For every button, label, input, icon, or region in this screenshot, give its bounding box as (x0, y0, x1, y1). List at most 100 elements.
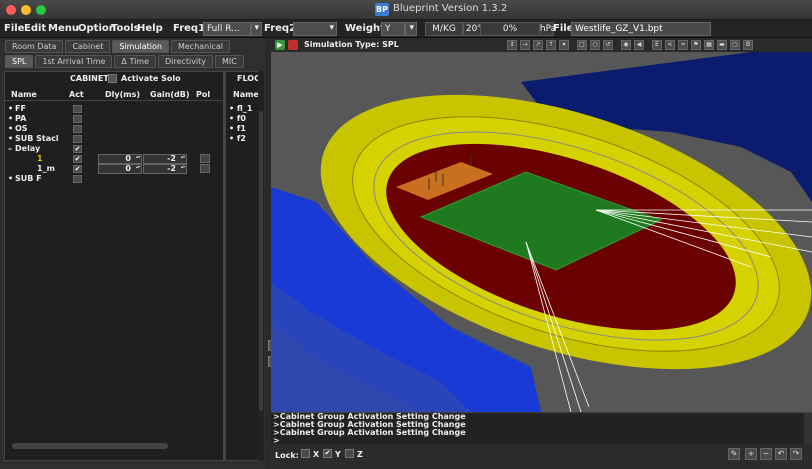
tab-mic[interactable]: MIC (215, 55, 244, 68)
act-checkbox[interactable]: ✔ (73, 165, 82, 173)
freq2-select[interactable]: ▾ (293, 22, 337, 36)
cabinet-row-sub-f[interactable]: • SUB F (5, 174, 223, 184)
tab-delta-time[interactable]: Δ Time (114, 55, 157, 68)
floor-item[interactable]: • f0 (229, 114, 246, 123)
cabinet-row-delay-1m[interactable]: 1_m ✔ 0 -2 (5, 164, 223, 174)
cabinet-row-ff[interactable]: • FF (5, 104, 223, 114)
pressure-display[interactable]: 1013hPa (516, 22, 556, 36)
humidity-display[interactable]: 50% (491, 22, 516, 36)
freq1-select[interactable]: Full R... (203, 22, 251, 36)
pane-divider[interactable] (223, 72, 226, 460)
down-icon[interactable]: ▾ (559, 40, 569, 50)
lock-y-checkbox[interactable]: ✔ (323, 449, 332, 458)
loop-icon[interactable]: ○ (590, 40, 600, 50)
square-icon[interactable]: ▢ (730, 40, 740, 50)
tab-spl[interactable]: SPL (5, 55, 34, 68)
floor-item[interactable]: • fl_1 (229, 104, 252, 113)
reset-icon[interactable]: ↺ (603, 40, 613, 50)
undo-icon[interactable]: ↶ (775, 448, 787, 460)
grid-icon[interactable]: ▦ (704, 40, 714, 50)
polarity-toggle[interactable] (200, 164, 210, 173)
units-display[interactable]: M/KG (425, 22, 463, 36)
temperature-display[interactable]: 20°C (463, 22, 491, 36)
col-delay[interactable]: Dly(ms) (105, 90, 140, 99)
activate-solo-label: Activate Solo (121, 74, 181, 83)
act-checkbox[interactable]: ✔ (73, 145, 82, 153)
arrow-icon[interactable]: → (520, 40, 530, 50)
up-icon[interactable]: ↑ (546, 40, 556, 50)
flag-icon[interactable]: ⚑ (691, 40, 701, 50)
filter-icon[interactable]: ≈ (678, 40, 688, 50)
folder-icon[interactable]: ▬ (717, 40, 727, 50)
freq1-value: Full R... (207, 24, 240, 34)
col-name[interactable]: Name (11, 90, 37, 99)
act-checkbox[interactable] (73, 125, 82, 133)
cabinet-row-delay-1[interactable]: 1 ✔ 0 -2 (5, 154, 223, 164)
act-checkbox[interactable] (73, 175, 82, 183)
col-act[interactable]: Act (69, 90, 84, 99)
menu-edit[interactable]: Edit (24, 23, 46, 34)
speaker-icon[interactable]: ◀ (634, 40, 644, 50)
file-name-field[interactable]: Westlife_GZ_V1.bpt (571, 22, 711, 36)
less-icon[interactable]: < (665, 40, 675, 50)
pencil-icon[interactable]: ✎ (728, 448, 740, 460)
tab-directivity[interactable]: Directivity (158, 55, 214, 68)
floor-col-name[interactable]: Name (233, 90, 259, 99)
console-log[interactable]: >Cabinet Group Activation Setting Change… (271, 412, 812, 445)
activate-solo-checkbox[interactable] (108, 74, 117, 83)
console-scrollbar[interactable] (804, 413, 812, 445)
e-icon[interactable]: E (652, 40, 662, 50)
play-icon[interactable]: ▶ (275, 40, 285, 50)
tab-simulation[interactable]: Simulation (112, 40, 169, 53)
simulation-subtabs: SPL 1st Arrival Time Δ Time Directivity … (0, 55, 244, 69)
cabinet-row-os[interactable]: • OS (5, 124, 223, 134)
freq1-dropdown[interactable]: ▾ (251, 22, 262, 36)
left-vertical-scrollbar[interactable] (258, 71, 264, 461)
rotate-icon[interactable]: ↗ (533, 40, 543, 50)
minimize-window-button[interactable] (21, 5, 31, 15)
cabinet-row-pa[interactable]: • PA (5, 114, 223, 124)
act-checkbox[interactable] (73, 105, 82, 113)
menu-help[interactable]: Help (137, 23, 163, 34)
delay-stepper[interactable]: 0 (98, 154, 142, 164)
maximize-window-button[interactable] (36, 5, 46, 15)
gain-stepper[interactable]: -2 (143, 154, 187, 164)
delay-stepper[interactable]: 0 (98, 164, 142, 174)
col-gain[interactable]: Gain(dB) (150, 90, 190, 99)
menu-menu[interactable]: Menu (48, 23, 79, 34)
act-checkbox[interactable] (73, 135, 82, 143)
gain-stepper[interactable]: -2 (143, 164, 187, 174)
move-icon[interactable]: ↕ (507, 40, 517, 50)
minus-icon[interactable]: − (760, 448, 772, 460)
polarity-toggle[interactable] (200, 154, 210, 163)
tab-mechanical[interactable]: Mechanical (170, 40, 230, 53)
weight-dropdown[interactable]: ▾ (405, 22, 417, 36)
act-checkbox[interactable]: ✔ (73, 155, 82, 163)
row-name: PA (15, 114, 27, 123)
stop-icon[interactable] (288, 40, 298, 50)
box-icon[interactable]: □ (577, 40, 587, 50)
floor-item[interactable]: • f2 (229, 134, 246, 143)
lock-z-checkbox[interactable] (345, 449, 354, 458)
scrollbar-thumb[interactable] (259, 111, 263, 411)
floor-item[interactable]: • f1 (229, 124, 246, 133)
menu-tools[interactable]: Tools (111, 23, 140, 34)
close-window-button[interactable] (6, 5, 16, 15)
act-checkbox[interactable] (73, 115, 82, 123)
collapse-toggle[interactable]: – (8, 144, 12, 153)
left-horizontal-scrollbar[interactable] (12, 443, 168, 449)
add-icon[interactable]: + (745, 448, 757, 460)
weight-select[interactable]: Y (381, 22, 405, 36)
tab-first-arrival[interactable]: 1st Arrival Time (35, 55, 113, 68)
cabinet-row-delay[interactable]: – Delay ✔ (5, 144, 223, 154)
tab-room-data[interactable]: Room Data (5, 40, 64, 53)
cabinet-row-sub-stack[interactable]: • SUB Stacl (5, 134, 223, 144)
redo-icon[interactable]: ↷ (790, 448, 802, 460)
menu-file[interactable]: File (4, 23, 24, 34)
3d-viewport[interactable] (271, 52, 812, 412)
tab-cabinet[interactable]: Cabinet (65, 40, 111, 53)
lock-x-checkbox[interactable] (301, 449, 310, 458)
camera-icon[interactable]: ◉ (621, 40, 631, 50)
col-pol[interactable]: Pol (196, 90, 210, 99)
b-icon[interactable]: B (743, 40, 753, 50)
